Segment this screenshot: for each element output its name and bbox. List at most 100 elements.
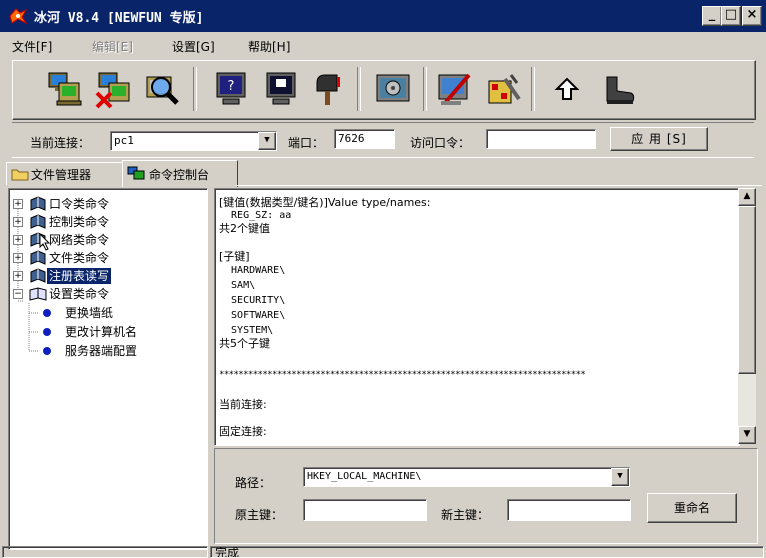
current-connection-value: pc1 — [114, 134, 134, 147]
add-host-button[interactable] — [41, 69, 85, 109]
menu-file[interactable]: 文件[F] — [12, 38, 52, 55]
tab-command-console[interactable]: 命令控制台 — [122, 160, 238, 187]
svg-text:?: ? — [228, 79, 235, 94]
toolbar-separator — [193, 67, 197, 111]
output-line: SOFTWARE\ — [219, 310, 286, 321]
toolbar-separator — [423, 67, 427, 111]
tree-item-label: 设置类命令 — [49, 287, 110, 301]
output-separator-line: ****************************************… — [219, 370, 586, 380]
current-connection-select[interactable]: pc1 ▼ — [110, 131, 277, 151]
menu-edit[interactable]: 编辑[E] — [92, 38, 133, 55]
tab-file-manager-label: 文件管理器 — [31, 168, 92, 182]
title-bar[interactable]: 冰河 V8.4 [NEWFUN 专版] _ □ × — [0, 0, 766, 32]
app-icon — [8, 7, 28, 28]
tree-item-label: 口令类命令 — [49, 197, 110, 211]
maximize-button[interactable]: □ — [721, 6, 741, 26]
new-key-input[interactable] — [507, 499, 631, 521]
connection-bar: 当前连接： pc1 ▼ 端口： 7626 访问口令： 应 用 [S] — [12, 122, 754, 158]
bullet-icon — [43, 347, 51, 355]
bullet-icon — [43, 309, 51, 317]
port-value: 7626 — [338, 132, 365, 145]
expand-icon: + — [13, 253, 23, 263]
help-screen-button[interactable]: ? — [209, 69, 253, 109]
password-label: 访问口令： — [410, 136, 471, 150]
status-pane-left — [2, 546, 208, 558]
command-tree[interactable]: + 口令类命令 + 控制类命令 + 网络类命令 + 文件类命令 + 注册表读写 … — [8, 188, 208, 550]
output-line: SAM\ — [219, 280, 256, 291]
tab-strip-line — [236, 185, 762, 186]
path-label: 路径： — [235, 476, 272, 490]
rename-button[interactable]: 重命名 — [647, 493, 737, 523]
expand-icon: + — [13, 235, 23, 245]
apply-button[interactable]: 应 用 [S] — [610, 127, 708, 151]
settings-button[interactable] — [371, 69, 415, 109]
scroll-down-button[interactable]: ▼ — [738, 426, 756, 444]
scroll-thumb[interactable] — [738, 206, 756, 374]
output-line: [子键] — [219, 250, 250, 263]
search-host-icon — [146, 76, 179, 105]
tree-child-label: 更换墙纸 — [65, 306, 114, 320]
port-input[interactable]: 7626 — [334, 129, 395, 149]
open-book-icon — [29, 286, 47, 307]
mailbox-button[interactable] — [307, 69, 351, 109]
menu-bar: 文件[F] 编辑[E] 设置[G] 帮助[H] — [0, 34, 766, 58]
port-label: 端口： — [288, 136, 325, 150]
scroll-up-button[interactable]: ▲ — [738, 188, 756, 206]
exit-button[interactable] — [597, 69, 641, 109]
back-button[interactable] — [545, 69, 589, 109]
delete-host-button[interactable] — [91, 69, 135, 109]
chevron-down-icon: ▼ — [264, 135, 270, 145]
arrow-down-icon: ▼ — [743, 429, 751, 439]
minimize-button[interactable]: _ — [702, 6, 722, 26]
current-connection-label: 当前连接： — [30, 136, 91, 150]
expand-icon: + — [13, 199, 23, 209]
search-host-button[interactable] — [141, 69, 185, 109]
menu-help[interactable]: 帮助[H] — [248, 38, 290, 55]
console-icon — [127, 166, 145, 183]
toolbar: ? — [12, 60, 756, 120]
screen-capture-icon — [266, 72, 296, 105]
status-bar: 完成 — [0, 546, 766, 558]
tree-item-label: 控制类命令 — [49, 215, 110, 229]
tab-command-console-label: 命令控制台 — [149, 168, 210, 182]
output-line: [键值(数据类型/键名)]Value type/names: — [219, 196, 431, 209]
path-dropdown-button[interactable]: ▼ — [611, 468, 629, 486]
status-text: 完成 — [215, 546, 240, 558]
menu-settings[interactable]: 设置[G] — [172, 38, 215, 55]
output-line: 固定连接: — [219, 425, 267, 438]
tree-item-label: 注册表读写 — [45, 267, 113, 285]
path-select[interactable]: HKEY_LOCAL_MACHINE\ ▼ — [303, 467, 630, 487]
tree-child-label: 服务器端配置 — [65, 344, 138, 358]
connection-dropdown-button[interactable]: ▼ — [258, 132, 276, 150]
tools-button[interactable] — [481, 69, 525, 109]
window-title: 冰河 V8.4 [NEWFUN 专版] — [34, 11, 204, 26]
expand-icon: + — [13, 217, 23, 227]
config-server-button[interactable] — [433, 69, 477, 109]
console-output[interactable]: [键值(数据类型/键名)]Value type/names: REG_SZ: a… — [214, 188, 740, 446]
output-line: HARDWARE\ — [219, 265, 286, 276]
output-line: SECURITY\ — [219, 295, 286, 306]
arrow-up-icon: ▲ — [743, 191, 751, 201]
tab-file-manager[interactable]: 文件管理器 — [6, 162, 124, 185]
password-input[interactable] — [486, 129, 596, 149]
console-scrollbar[interactable]: ▲ ▼ — [738, 188, 756, 444]
tree-item-label: 网络类命令 — [49, 233, 110, 247]
output-line: 当前连接: — [219, 398, 267, 411]
folder-icon — [11, 167, 29, 184]
tools-icon — [488, 74, 521, 104]
collapse-icon: − — [13, 289, 23, 299]
expand-icon: + — [13, 271, 23, 281]
output-line: SYSTEM\ — [219, 325, 274, 336]
screen-capture-button[interactable] — [259, 69, 303, 109]
exit-boot-icon — [606, 76, 635, 104]
registry-panel: 路径： HKEY_LOCAL_MACHINE\ ▼ 原主键： 新主键： 重命名 — [214, 448, 758, 544]
add-host-icon — [48, 72, 82, 106]
output-line: 共2个键值 — [219, 222, 270, 235]
toolbar-separator — [531, 67, 535, 111]
old-key-input[interactable] — [303, 499, 427, 521]
close-button[interactable]: × — [742, 6, 762, 26]
config-server-icon — [438, 73, 471, 105]
output-line: REG_SZ: aa — [219, 210, 292, 221]
settings-icon — [376, 74, 410, 102]
tree-child-label: 更改计算机名 — [65, 325, 138, 339]
